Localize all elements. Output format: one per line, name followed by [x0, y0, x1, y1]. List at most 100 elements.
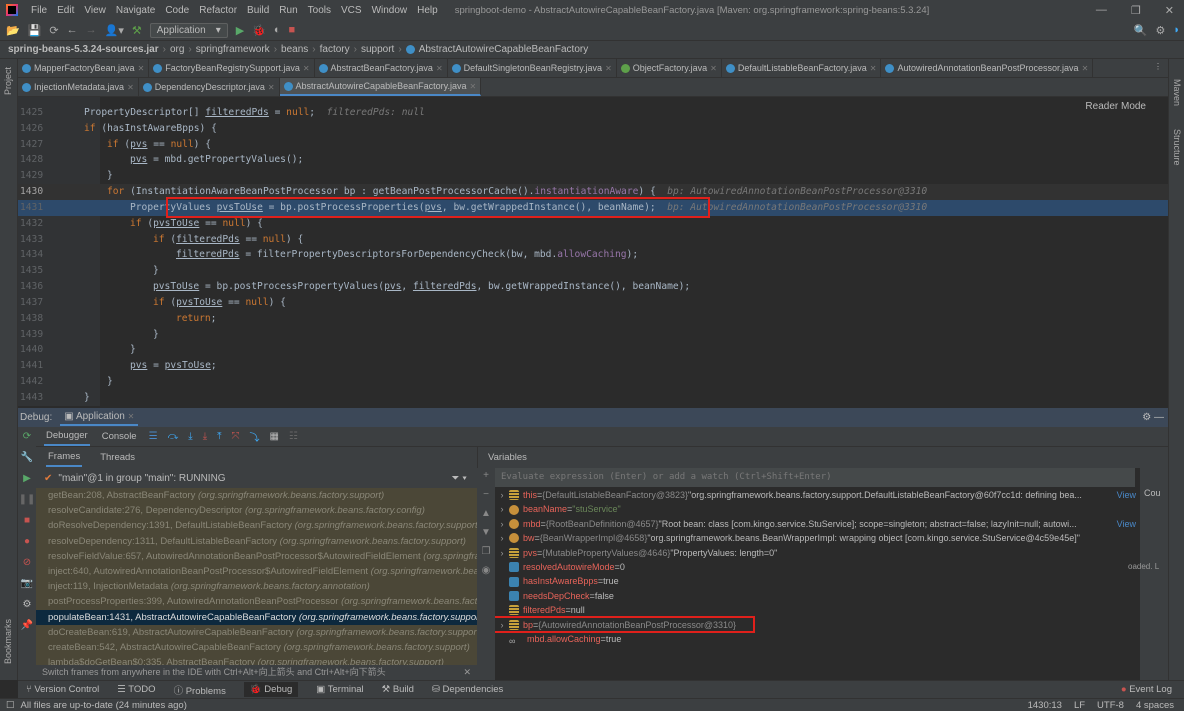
line-number[interactable]: 1430: [20, 184, 46, 200]
line-number[interactable]: 1442: [20, 374, 46, 390]
expand-arrow-icon[interactable]: ›: [495, 517, 509, 531]
close-tab-icon[interactable]: ✕: [710, 64, 717, 73]
layout-icon[interactable]: ☰: [149, 431, 158, 442]
menu-view[interactable]: View: [79, 5, 111, 16]
filter-icon[interactable]: ⏷ ▾: [451, 473, 477, 484]
tool-button-dependencies[interactable]: ⛁ Dependencies: [432, 684, 503, 695]
tool-button-problems[interactable]: ⓘ Problems: [174, 683, 226, 697]
line-number[interactable]: 1439: [20, 327, 46, 343]
menu-run[interactable]: Run: [274, 5, 302, 16]
maven-tool-button[interactable]: Maven: [1172, 79, 1182, 106]
close-tab-icon[interactable]: ✕: [303, 64, 310, 73]
tool-button-debug[interactable]: 🐞 Debug: [243, 682, 299, 697]
remove-watch-icon[interactable]: −: [483, 489, 489, 500]
camera-icon[interactable]: 📷: [21, 578, 33, 589]
editor-tab[interactable]: AbstractBeanFactory.java ✕: [315, 59, 448, 77]
variables-tree[interactable]: › this = {DefaultListableBeanFactory@3823…: [495, 488, 1140, 673]
settings-icon[interactable]: ⚙: [23, 599, 32, 610]
frame-item[interactable]: resolveFieldValue:657, AutowiredAnnotati…: [36, 549, 477, 564]
drop-frame-icon[interactable]: ⤧: [232, 431, 240, 442]
code-line[interactable]: 1438 return;: [18, 311, 1168, 327]
menu-vcs[interactable]: VCS: [336, 5, 367, 16]
line-number[interactable]: 1437: [20, 295, 46, 311]
code-line[interactable]: 1426 if (hasInstAwareBpps) {: [18, 121, 1168, 137]
variable-row[interactable]: needsDepCheck = false: [495, 589, 1140, 603]
code-line[interactable]: 1432 if (pvsToUse == null) {: [18, 216, 1168, 232]
run-icon[interactable]: ▶: [236, 24, 244, 37]
add-watch-icon[interactable]: +: [483, 470, 489, 481]
move-up-icon[interactable]: ▲: [481, 508, 491, 519]
line-number[interactable]: 1436: [20, 279, 46, 295]
menu-tools[interactable]: Tools: [303, 5, 336, 16]
tool-button-todo[interactable]: ☰ TODO: [117, 684, 155, 695]
frame-item[interactable]: lambda$doGetBean$0:335, AbstractBeanFact…: [36, 655, 477, 665]
breadcrumb-item[interactable]: support: [361, 44, 394, 55]
menu-navigate[interactable]: Navigate: [111, 5, 160, 16]
close-icon[interactable]: ✕: [1165, 4, 1174, 17]
breadcrumb-item[interactable]: factory: [320, 44, 350, 55]
watch-options-icon[interactable]: ◉: [482, 565, 491, 576]
close-tab-icon[interactable]: ✕: [1082, 64, 1089, 73]
view-link[interactable]: View: [1117, 488, 1140, 502]
frames-list[interactable]: getBean:208, AbstractBeanFactory (org.sp…: [36, 488, 477, 665]
move-down-icon[interactable]: ▼: [481, 527, 491, 538]
menu-code[interactable]: Code: [160, 5, 194, 16]
stop-icon[interactable]: ■: [289, 24, 296, 36]
code-line[interactable]: 1427 if (pvs == null) {: [18, 137, 1168, 153]
reader-mode-button[interactable]: Reader Mode: [1085, 101, 1146, 112]
step-into-icon[interactable]: ⤓: [203, 431, 207, 442]
debug-icon[interactable]: 🐞: [252, 24, 266, 37]
close-hint-icon[interactable]: ✕: [463, 665, 471, 680]
expand-arrow-icon[interactable]: ›: [495, 531, 509, 545]
line-number[interactable]: 1425: [20, 105, 46, 121]
code-editor[interactable]: 1425 PropertyDescriptor[] filteredPds = n…: [18, 97, 1168, 406]
evaluate-expression-input[interactable]: Evaluate expression (Enter) or add a wat…: [495, 468, 1135, 487]
close-tab-icon[interactable]: ✕: [127, 83, 134, 92]
editor-tab[interactable]: InjectionMetadata.java ✕: [18, 78, 139, 96]
code-line[interactable]: 1440}: [18, 342, 1168, 358]
tab-threads[interactable]: Threads: [98, 449, 137, 466]
open-icon[interactable]: 📂: [6, 24, 20, 37]
structure-tool-button[interactable]: Structure: [1172, 129, 1182, 166]
run-config-select[interactable]: Application ▾: [149, 22, 228, 38]
settings-icon[interactable]: ⚙ —: [1142, 412, 1168, 423]
tool-button-terminal[interactable]: ▣ Terminal: [316, 684, 363, 695]
indent-setting[interactable]: 4 spaces: [1136, 700, 1174, 711]
code-line[interactable]: 1442}: [18, 374, 1168, 390]
code-line[interactable]: 1434 filteredPds = filterPropertyDescript…: [18, 247, 1168, 263]
menu-edit[interactable]: Edit: [52, 5, 79, 16]
tab-console[interactable]: Console: [100, 428, 139, 445]
project-tool-button[interactable]: Project: [3, 67, 13, 95]
rerun-icon[interactable]: ⟳: [23, 431, 31, 442]
menu-window[interactable]: Window: [367, 5, 413, 16]
frame-item[interactable]: inject:640, AutowiredAnnotationBeanPostP…: [36, 564, 477, 579]
resume-icon[interactable]: ▶: [23, 473, 31, 484]
code-line[interactable]: 1436 pvsToUse = bp.postProcessPropertyVal…: [18, 279, 1168, 295]
expand-arrow-icon[interactable]: ›: [495, 546, 509, 560]
frame-item[interactable]: inject:119, InjectionMetadata (org.sprin…: [36, 579, 477, 594]
run-to-cursor-icon[interactable]: ⤵: [250, 429, 260, 444]
step-out-icon[interactable]: ⤒: [217, 431, 221, 442]
menu-file[interactable]: File: [26, 5, 52, 16]
save-icon[interactable]: 💾: [28, 24, 42, 37]
close-tab-icon[interactable]: ✕: [436, 64, 443, 73]
code-line[interactable]: 1441 pvs = pvsToUse;: [18, 358, 1168, 374]
code-line[interactable]: 1428 pvs = mbd.getPropertyValues();: [18, 152, 1168, 168]
variable-row[interactable]: › beanName = "stuService": [495, 502, 1140, 516]
expand-arrow-icon[interactable]: ›: [495, 502, 509, 516]
minimize-icon[interactable]: —: [1096, 4, 1107, 17]
line-number[interactable]: 1428: [20, 152, 46, 168]
close-tab-icon[interactable]: ✕: [268, 83, 275, 92]
close-tab-icon[interactable]: ✕: [138, 64, 145, 73]
variable-row[interactable]: hasInstAwareBpps = true: [495, 574, 1140, 588]
back-icon[interactable]: ←: [67, 24, 78, 36]
frame-item[interactable]: getBean:208, AbstractBeanFactory (org.sp…: [36, 488, 477, 503]
frame-item[interactable]: createBean:542, AbstractAutowireCapableB…: [36, 640, 477, 655]
variable-row[interactable]: resolvedAutowireMode = 0: [495, 560, 1140, 574]
editor-tab[interactable]: DefaultSingletonBeanRegistry.java ✕: [448, 59, 617, 77]
line-number[interactable]: 1438: [20, 311, 46, 327]
evaluate-expression-icon[interactable]: ▦: [270, 431, 279, 442]
menu-build[interactable]: Build: [242, 5, 274, 16]
thread-selector[interactable]: ✔ "main"@1 in group "main": RUNNING ⏷ ▾: [36, 468, 477, 488]
breadcrumb-item[interactable]: AbstractAutowireCapableBeanFactory: [419, 44, 589, 55]
